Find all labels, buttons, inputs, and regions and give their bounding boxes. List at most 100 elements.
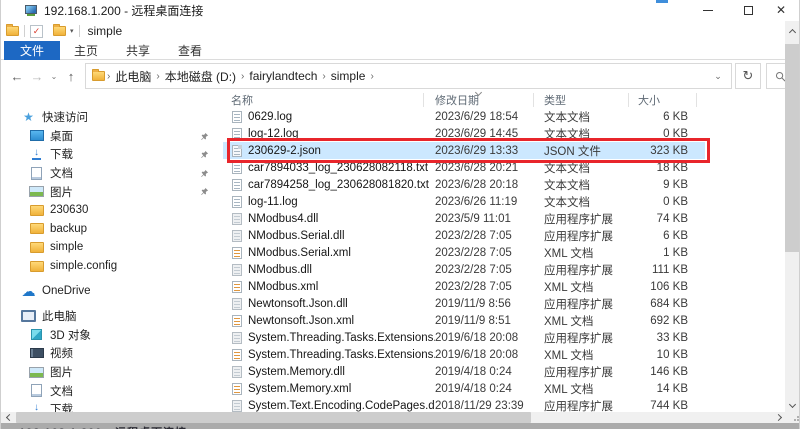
breadcrumb-chevron-icon: › bbox=[368, 71, 375, 82]
file-type: 文本文档 bbox=[544, 109, 628, 125]
sidebar-item-backup[interactable]: backup bbox=[1, 220, 223, 239]
sidebar-item-视频[interactable]: 视频 bbox=[1, 344, 223, 363]
file-row[interactable]: NModbus.xml2023/2/28 7:05XML 文档106 KB bbox=[223, 278, 705, 295]
scroll-up-button[interactable] bbox=[785, 23, 799, 39]
dll-file-icon bbox=[232, 332, 242, 344]
file-name: System.Memory.xml bbox=[248, 383, 435, 395]
sidebar-item-图片[interactable]: 图片 bbox=[1, 363, 223, 382]
search-input[interactable] bbox=[766, 63, 787, 89]
file-row[interactable]: System.Memory.dll2019/4/18 0:24应用程序扩展146… bbox=[223, 363, 705, 380]
pin-icon bbox=[200, 150, 209, 162]
column-header-类型[interactable]: 类型 bbox=[544, 92, 628, 108]
minimize-button[interactable] bbox=[693, 0, 723, 20]
file-name: System.Memory.dll bbox=[248, 366, 435, 378]
properties-button[interactable]: ✓ bbox=[30, 25, 43, 38]
recent-locations-dropdown[interactable]: ⌄ bbox=[47, 65, 61, 87]
file-row[interactable]: log-12.log2023/6/29 14:45文本文档0 KB bbox=[223, 125, 705, 142]
address-bar[interactable]: ›此电脑›本地磁盘 (D:)›fairylandtech›simple› ⌄ bbox=[85, 63, 732, 89]
column-divider bbox=[423, 93, 424, 107]
sidebar-item-label: 视频 bbox=[50, 345, 73, 361]
vertical-scrollbar-thumb[interactable] bbox=[785, 44, 799, 252]
ribbon-tab-查看[interactable]: 查看 bbox=[164, 41, 216, 60]
file-row[interactable]: 0629.log2023/6/29 18:54文本文档6 KB bbox=[223, 108, 705, 125]
scroll-down-button[interactable] bbox=[785, 397, 799, 413]
rdp-connection-bar-sliver bbox=[656, 0, 668, 3]
file-row[interactable]: log-11.log2023/6/26 11:19文本文档0 KB bbox=[223, 193, 705, 210]
column-header-大小[interactable]: 大小 bbox=[628, 92, 690, 108]
vertical-scrollbar[interactable] bbox=[785, 21, 799, 413]
file-type: XML 文档 bbox=[544, 347, 628, 363]
divider bbox=[79, 25, 80, 37]
sidebar-section-label: 快速访问 bbox=[42, 109, 88, 125]
breadcrumb-item[interactable]: 此电脑 bbox=[112, 68, 154, 85]
sidebar-item-图片[interactable]: 图片 bbox=[1, 182, 223, 201]
file-type: 应用程序扩展 bbox=[544, 262, 628, 278]
sidebar-item-桌面[interactable]: 桌面 bbox=[1, 127, 223, 146]
divider bbox=[24, 25, 25, 37]
sidebar-item-文档[interactable]: 文档 bbox=[1, 381, 223, 400]
file-icon-wrap bbox=[230, 383, 243, 395]
file-icon-wrap bbox=[230, 196, 243, 208]
xml-file-icon bbox=[232, 383, 242, 395]
sidebar-section-此电脑[interactable]: 此电脑 bbox=[1, 307, 223, 326]
sidebar-item-3D 对象[interactable]: 3D 对象 bbox=[1, 326, 223, 345]
file-row[interactable]: NModbus4.dll2023/5/9 11:01应用程序扩展74 KB bbox=[223, 210, 705, 227]
horizontal-scrollbar-thumb[interactable] bbox=[16, 412, 531, 423]
horizontal-scrollbar[interactable] bbox=[1, 412, 800, 423]
file-date-modified: 2023/6/28 20:21 bbox=[435, 162, 544, 174]
file-row[interactable]: 230629-2.json2023/6/29 13:33JSON 文件323 K… bbox=[223, 142, 705, 159]
file-row[interactable]: NModbus.Serial.xml2023/2/28 7:05XML 文档1 … bbox=[223, 244, 705, 261]
file-name: 0629.log bbox=[248, 111, 435, 123]
breadcrumb-item[interactable]: fairylandtech bbox=[246, 69, 320, 83]
file-icon-wrap bbox=[230, 400, 243, 412]
file-row[interactable]: NModbus.dll2023/2/28 7:05应用程序扩展111 KB bbox=[223, 261, 705, 278]
file-list-pane: 名称修改日期类型大小 0629.log2023/6/29 18:54文本文档6 … bbox=[223, 92, 787, 413]
sidebar-item-文档[interactable]: 文档 bbox=[1, 164, 223, 183]
back-button[interactable]: ← bbox=[7, 65, 27, 87]
file-row[interactable]: car7894258_log_230628081820.txt2023/6/28… bbox=[223, 176, 705, 193]
file-row[interactable]: System.Threading.Tasks.Extensions.dll201… bbox=[223, 329, 705, 346]
sidebar-section-OneDrive[interactable]: OneDrive bbox=[1, 282, 223, 301]
folder-icon bbox=[29, 259, 44, 273]
refresh-button[interactable]: ↻ bbox=[735, 63, 761, 89]
file-name: NModbus4.dll bbox=[248, 213, 435, 225]
chevron-up-icon bbox=[788, 29, 795, 36]
file-icon-wrap bbox=[230, 128, 243, 140]
scroll-left-button[interactable] bbox=[1, 412, 15, 423]
file-size: 10 KB bbox=[628, 349, 690, 361]
ribbon-tab-文件[interactable]: 文件 bbox=[4, 41, 60, 60]
sidebar-item-230630[interactable]: 230630 bbox=[1, 201, 223, 220]
file-row[interactable]: Newtonsoft.Json.dll2019/11/9 8:56应用程序扩展6… bbox=[223, 295, 705, 312]
ribbon-tab-主页[interactable]: 主页 bbox=[60, 41, 112, 60]
new-folder-button[interactable] bbox=[53, 26, 66, 36]
column-header-名称[interactable]: 名称 bbox=[223, 92, 435, 108]
folder-icon bbox=[29, 240, 44, 254]
sidebar-item-label: 文档 bbox=[50, 165, 73, 181]
close-button[interactable]: ✕ bbox=[766, 0, 796, 20]
file-row[interactable]: System.Threading.Tasks.Extensions.x...20… bbox=[223, 346, 705, 363]
sidebar-item-label: 文档 bbox=[50, 383, 73, 399]
sidebar-item-下载[interactable]: 下载 bbox=[1, 145, 223, 164]
customize-toolbar-dropdown[interactable]: ▾ bbox=[70, 27, 74, 35]
file-row[interactable]: Newtonsoft.Json.xml2019/11/9 8:51XML 文档6… bbox=[223, 312, 705, 329]
up-button[interactable]: ↑ bbox=[61, 65, 81, 87]
file-row[interactable]: System.Memory.xml2019/4/18 0:24XML 文档14 … bbox=[223, 380, 705, 397]
maximize-button[interactable] bbox=[733, 0, 763, 20]
sidebar-section-快速访问[interactable]: 快速访问 bbox=[1, 108, 223, 127]
breadcrumb-chevron-icon: › bbox=[105, 71, 112, 82]
sidebar-item-simple.config[interactable]: simple.config bbox=[1, 257, 223, 276]
chevron-down-icon bbox=[788, 400, 795, 407]
forward-button[interactable]: → bbox=[27, 65, 47, 87]
file-date-modified: 2023/6/29 14:45 bbox=[435, 128, 544, 140]
breadcrumb-item[interactable]: 本地磁盘 (D:) bbox=[162, 68, 239, 85]
scroll-right-button[interactable] bbox=[773, 412, 787, 423]
column-divider bbox=[628, 93, 629, 107]
sidebar-item-simple[interactable]: simple bbox=[1, 238, 223, 257]
breadcrumb-item[interactable]: simple bbox=[328, 69, 369, 83]
ribbon-tab-共享[interactable]: 共享 bbox=[112, 41, 164, 60]
sidebar-item-label: backup bbox=[50, 223, 87, 235]
file-row[interactable]: NModbus.Serial.dll2023/2/28 7:05应用程序扩展6 … bbox=[223, 227, 705, 244]
address-dropdown-icon[interactable]: ⌄ bbox=[709, 64, 727, 88]
file-row[interactable]: car7894033_log_230628082118.txt2023/6/28… bbox=[223, 159, 705, 176]
column-header-修改日期[interactable]: 修改日期 bbox=[435, 92, 544, 108]
